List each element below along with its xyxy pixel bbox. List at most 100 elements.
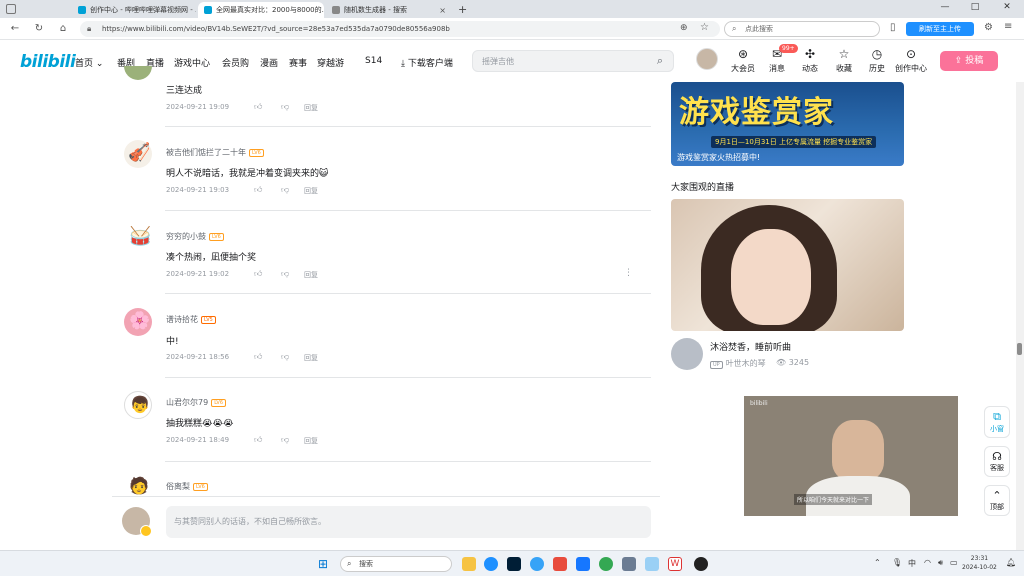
workspace-icon[interactable] bbox=[6, 4, 16, 14]
app-icon[interactable] bbox=[645, 557, 659, 571]
edge-browser-icon[interactable] bbox=[484, 557, 498, 571]
nav-game-center[interactable]: 游戏中心 bbox=[174, 56, 210, 69]
taskbar-search[interactable]: ⌕ 搜索 bbox=[340, 556, 452, 572]
wps-icon[interactable]: W bbox=[668, 557, 682, 571]
comment-username[interactable]: 山君尔尔79 LV6 bbox=[166, 397, 227, 408]
header-history[interactable]: ◷ 历史 bbox=[861, 47, 893, 74]
browser-icon[interactable] bbox=[599, 557, 613, 571]
game-icon[interactable] bbox=[694, 557, 708, 571]
file-explorer-icon[interactable] bbox=[462, 557, 476, 571]
reply-button[interactable]: 回复 bbox=[304, 186, 318, 196]
minimize-button[interactable]: — bbox=[930, 2, 960, 16]
search-input[interactable]: 摇弹吉他 bbox=[482, 56, 514, 67]
nav-mall[interactable]: 会员购 bbox=[222, 56, 249, 69]
back-icon[interactable]: ← bbox=[8, 22, 22, 36]
live-title[interactable]: 沐浴焚香，睡前听曲 bbox=[710, 340, 791, 353]
extension-button[interactable]: 刷新至主上传 bbox=[906, 22, 974, 36]
like-icon[interactable]: 👍︎ bbox=[254, 352, 262, 362]
float-back-to-top[interactable]: ⌃ 顶部 bbox=[984, 485, 1010, 516]
avatar[interactable] bbox=[124, 66, 152, 80]
live-thumbnail[interactable] bbox=[671, 199, 904, 331]
header-creator-center[interactable]: ⊙ 创作中心 bbox=[893, 47, 929, 74]
avatar[interactable] bbox=[122, 507, 152, 537]
home-icon[interactable]: ⌂ bbox=[56, 22, 70, 36]
reader-icon[interactable]: ▯ bbox=[890, 22, 896, 33]
nav-home[interactable]: 首页 ⌄ bbox=[75, 56, 103, 69]
avatar[interactable]: 🌸 bbox=[124, 308, 152, 336]
battery-icon[interactable]: ▭ bbox=[950, 558, 958, 567]
calculator-icon[interactable] bbox=[622, 557, 636, 571]
avatar[interactable] bbox=[671, 338, 703, 370]
reply-button[interactable]: 回复 bbox=[304, 436, 318, 446]
windows-start-icon[interactable]: ⊞ bbox=[318, 557, 328, 571]
float-customer-service[interactable]: ☊ 客服 bbox=[984, 446, 1010, 477]
dislike-icon[interactable]: 👎︎ bbox=[281, 102, 289, 112]
reply-button[interactable]: 回复 bbox=[304, 270, 318, 280]
float-mini-window[interactable]: ⧉ 小窗 bbox=[984, 406, 1010, 438]
close-icon[interactable]: × bbox=[435, 6, 446, 15]
site-search[interactable]: 摇弹吉他 ⌕ bbox=[472, 50, 674, 72]
like-icon[interactable]: 👍︎ bbox=[254, 435, 262, 445]
avatar[interactable]: 🧑 bbox=[124, 475, 152, 495]
avatar[interactable]: 🥁 bbox=[124, 224, 152, 252]
comment-username[interactable]: 俗离梨 LV6 bbox=[166, 481, 208, 492]
reply-button[interactable]: 回复 bbox=[304, 103, 318, 113]
dislike-icon[interactable]: 👎︎ bbox=[281, 352, 289, 362]
tab-search[interactable]: 随机数生成器 - 搜索 × bbox=[326, 2, 452, 18]
photoshop-icon[interactable] bbox=[507, 557, 521, 571]
scrollbar[interactable] bbox=[1016, 82, 1024, 550]
menu-icon[interactable]: ≡ bbox=[1004, 21, 1012, 32]
comment-username[interactable]: 谱诗拾花 LV5 bbox=[166, 314, 216, 325]
reply-button[interactable]: 回复 bbox=[304, 353, 318, 363]
comment-username[interactable]: 被吉他们惦拦了二十年 LV6 bbox=[166, 147, 264, 158]
bookmark-star-icon[interactable]: ☆ bbox=[700, 22, 709, 33]
header-dynamic[interactable]: ✣ 动态 bbox=[794, 47, 826, 74]
refresh-icon[interactable]: ↻ bbox=[32, 22, 46, 36]
like-icon[interactable]: 👍︎ bbox=[254, 102, 262, 112]
avatar[interactable]: 🎻 bbox=[124, 140, 152, 168]
dislike-icon[interactable]: 👎︎ bbox=[281, 435, 289, 445]
scrollbar-thumb[interactable] bbox=[1017, 343, 1022, 355]
mini-player[interactable]: bilibili 所以咱们今天就来对比一下 bbox=[744, 396, 958, 516]
wifi-icon[interactable]: ◠ bbox=[924, 558, 931, 567]
comment-username[interactable]: 穷穷的小鼓 LV6 bbox=[166, 231, 224, 242]
like-icon[interactable]: 👍︎ bbox=[254, 185, 262, 195]
notification-icon[interactable]: 🔔︎ bbox=[1006, 558, 1016, 567]
nav-download-client[interactable]: ⤓ 下载客户端 bbox=[401, 56, 453, 69]
tab-creator-center[interactable]: 创作中心 - 哔哩哔哩弹幕视频网 - ... × bbox=[72, 2, 196, 18]
dislike-icon[interactable]: 👎︎ bbox=[281, 185, 289, 195]
system-clock[interactable]: 23:31 2024-10-02 bbox=[962, 554, 997, 572]
upload-button[interactable]: ⇪ 投稿 bbox=[940, 51, 998, 71]
app-icon[interactable] bbox=[576, 557, 590, 571]
qq-icon[interactable] bbox=[530, 557, 544, 571]
nav-manga[interactable]: 漫画 bbox=[260, 56, 278, 69]
search-icon[interactable]: ⌕ bbox=[657, 54, 663, 68]
microphone-icon[interactable]: 🎙︎ bbox=[892, 558, 902, 567]
tab-video[interactable]: 全网最真实对比：2000与8000的... × bbox=[198, 2, 324, 18]
chevron-up-icon[interactable]: ⌃ bbox=[874, 558, 881, 567]
nav-events[interactable]: 赛事 bbox=[289, 56, 307, 69]
close-window-button[interactable]: ✕ bbox=[992, 2, 1022, 16]
volume-icon[interactable]: 🔊︎ bbox=[938, 558, 943, 568]
live-host[interactable]: UP 叶世木的琴 bbox=[710, 358, 766, 369]
ime-language[interactable]: 中 bbox=[908, 558, 916, 569]
settings-icon[interactable]: ⚙ bbox=[984, 22, 993, 33]
like-icon[interactable]: 👍︎ bbox=[254, 269, 262, 279]
avatar[interactable]: 👦 bbox=[124, 391, 152, 419]
ad-banner[interactable]: 游戏鉴赏家 9月1日—10月31日 上亿专属流量 挖掘专业鉴赏家 游戏鉴赏家火热… bbox=[671, 82, 904, 166]
header-favorite[interactable]: ☆ 收藏 bbox=[828, 47, 860, 74]
reply-input[interactable]: 与其赞同别人的话语，不如自己畅所欲言。 bbox=[166, 506, 651, 538]
nav-crossover[interactable]: 穿越游 bbox=[317, 56, 344, 69]
header-message[interactable]: ✉ 99+ 消息 bbox=[761, 44, 798, 74]
maximize-button[interactable]: □ bbox=[960, 2, 990, 16]
zoom-icon[interactable]: ⊕ bbox=[680, 23, 688, 33]
new-tab-button[interactable]: + bbox=[458, 3, 467, 16]
web-search-field[interactable]: ⌕ 点此搜索 bbox=[724, 21, 880, 37]
header-big-member[interactable]: ⊛ 大会员 bbox=[727, 47, 759, 74]
url-field[interactable]: 🔒︎ https://www.bilibili.com/video/BV14b.… bbox=[80, 21, 720, 37]
dislike-icon[interactable]: 👎︎ bbox=[281, 269, 289, 279]
netease-music-icon[interactable] bbox=[553, 557, 567, 571]
avatar[interactable] bbox=[696, 48, 718, 70]
more-options-icon[interactable]: ⋮ bbox=[624, 268, 633, 278]
bilibili-logo[interactable]: bilibili bbox=[20, 52, 76, 72]
